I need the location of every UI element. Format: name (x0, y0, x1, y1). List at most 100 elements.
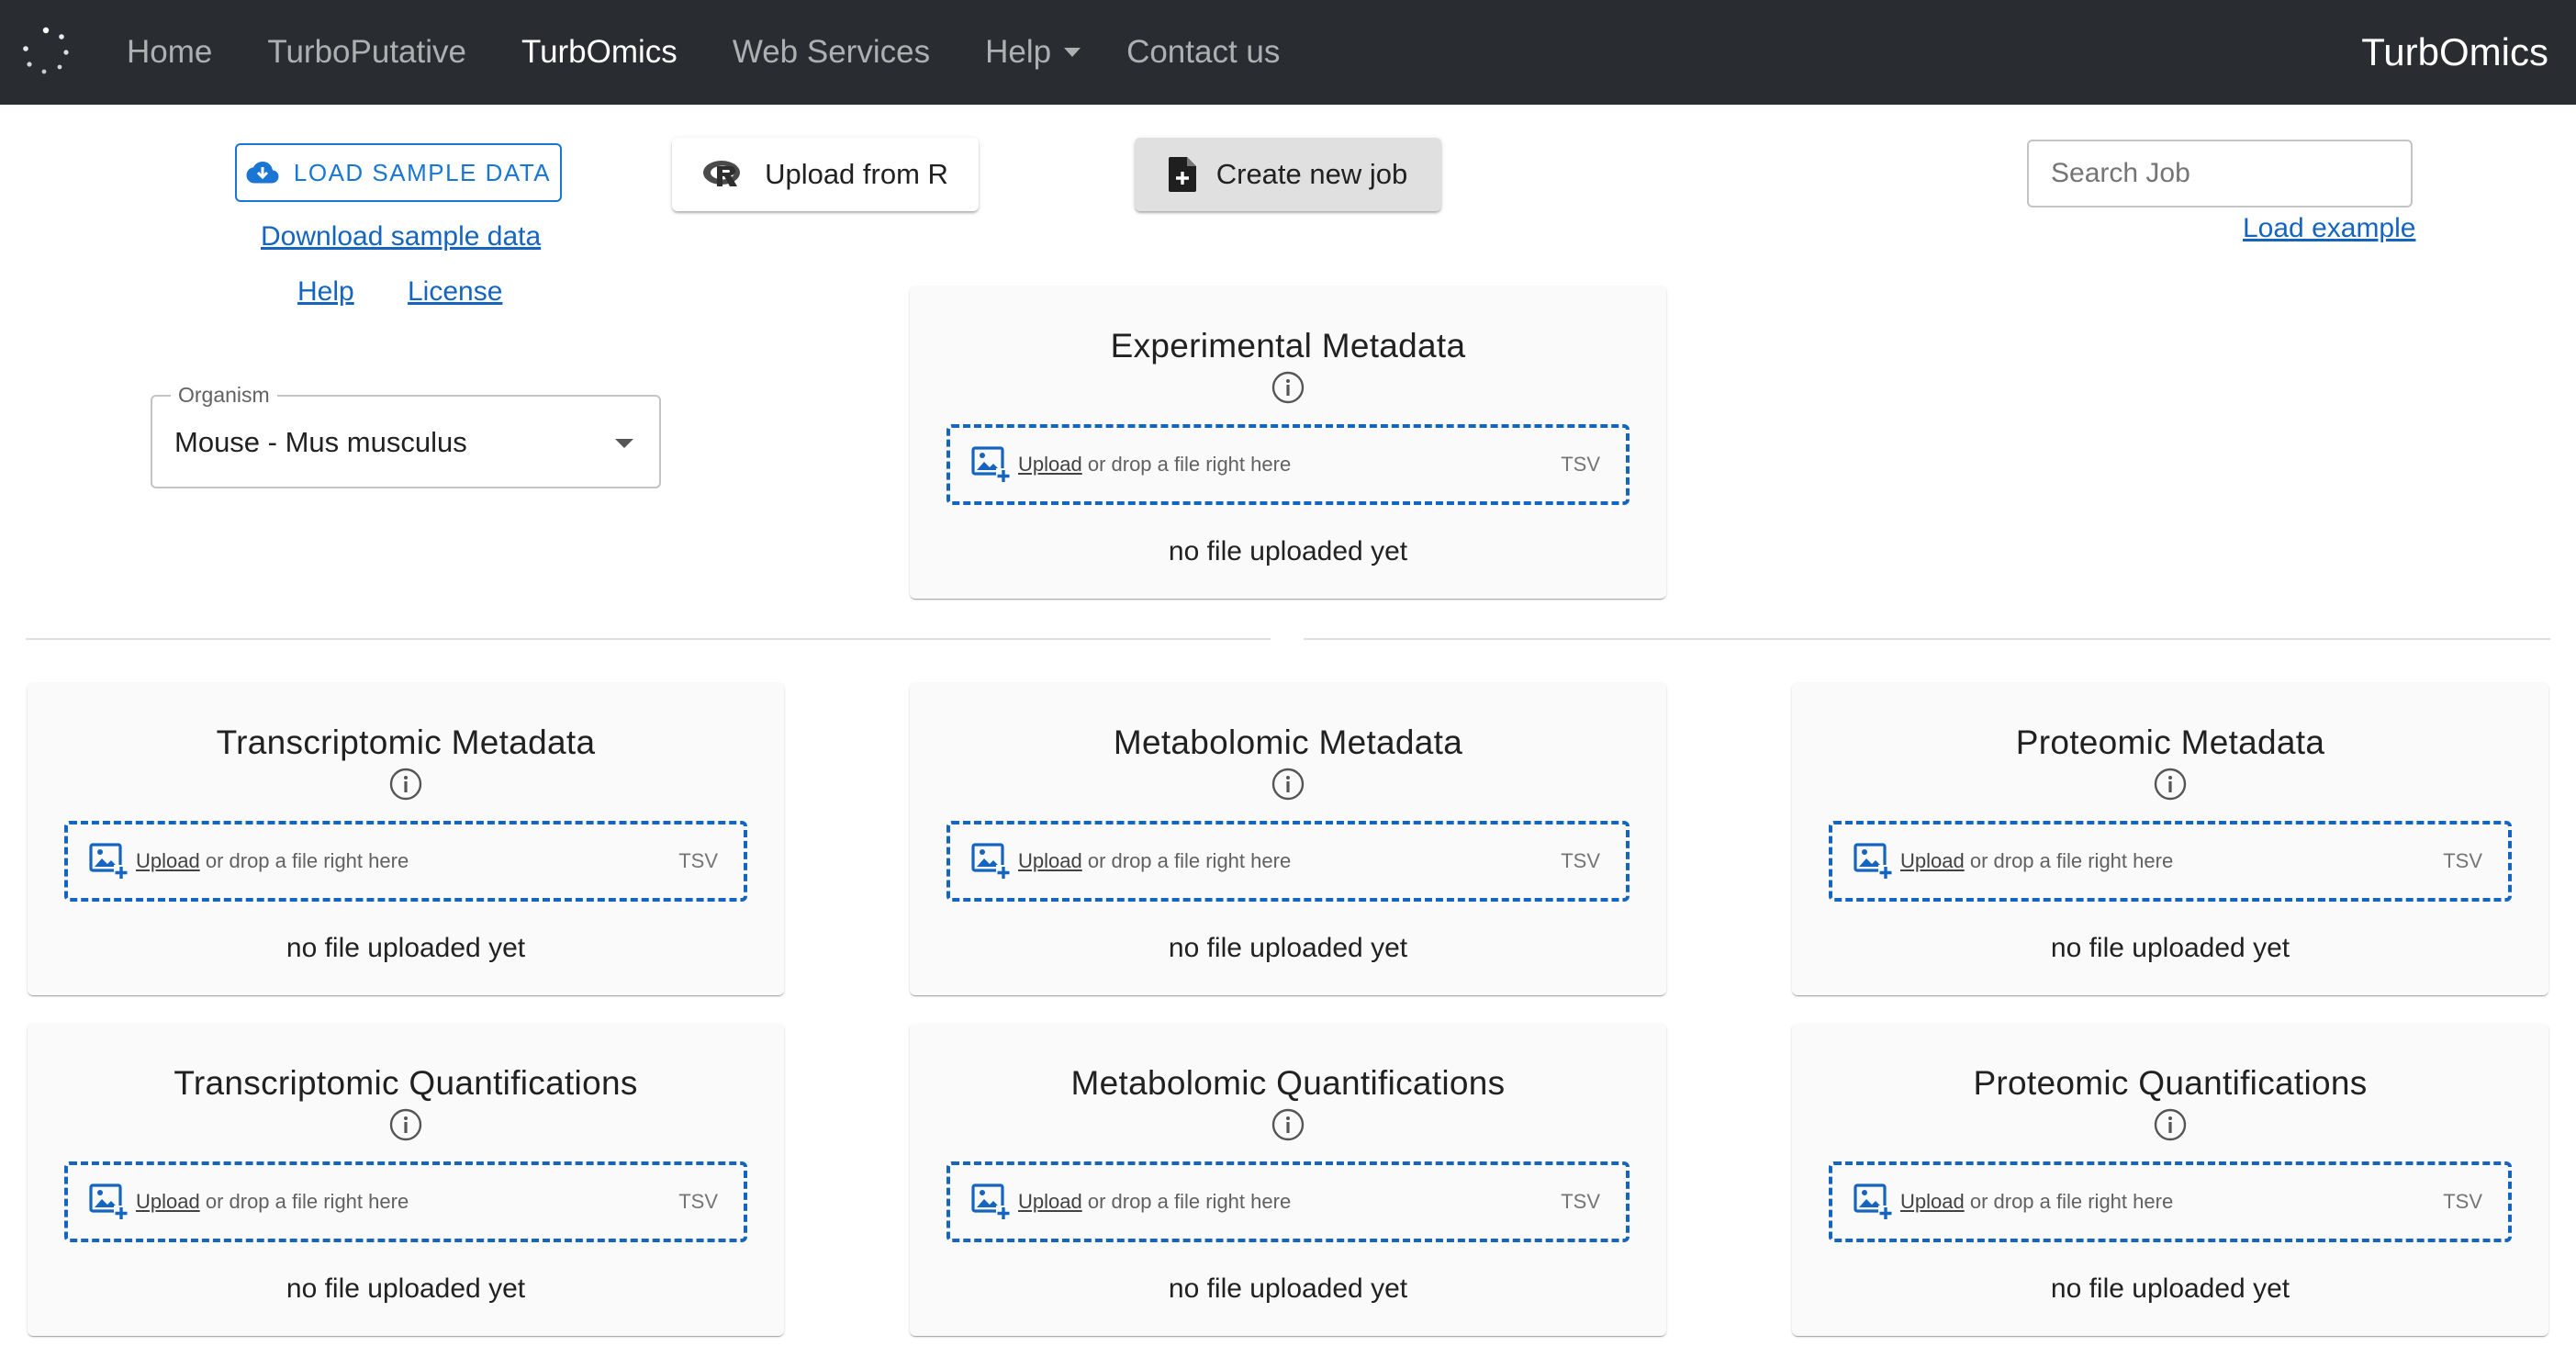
upload-card-transcriptomic-quantifications: Transcriptomic Quantifications Upload or… (28, 1024, 784, 1336)
dropzone-hint: or drop a file right here (1081, 1190, 1292, 1213)
brand-title[interactable]: TurbOmics (2361, 0, 2548, 105)
nav-web-services[interactable]: Web Services (733, 34, 930, 71)
upload-link[interactable]: Upload (136, 1190, 200, 1213)
file-type-label: TSV (2443, 849, 2482, 872)
add-image-icon (1854, 1183, 1893, 1220)
file-type-label: TSV (678, 1190, 718, 1213)
dropzone-hint: or drop a file right here (1964, 1190, 2174, 1213)
upload-card-metabolomic-quantifications: Metabolomic Quantifications Upload or dr… (910, 1024, 1666, 1336)
r-logo-icon (703, 161, 741, 186)
dropzone-text: Upload or drop a file right here (1900, 1190, 2443, 1214)
card-title: Metabolomic Quantifications (1070, 1064, 1506, 1102)
dropzone-text: Upload or drop a file right here (1018, 849, 1561, 873)
upload-status: no file uploaded yet (1168, 1273, 1408, 1304)
nav-turboputative[interactable]: TurboPutative (267, 34, 466, 71)
load-sample-data-label: LOAD SAMPLE DATA (293, 158, 552, 186)
upload-status: no file uploaded yet (286, 1273, 526, 1304)
organism-value: Mouse - Mus musculus (174, 426, 467, 458)
upload-status: no file uploaded yet (1168, 536, 1408, 566)
upload-card-experimental-metadata: Experimental Metadata Upload or drop a f… (910, 286, 1666, 599)
spinner-logo-icon[interactable] (20, 25, 72, 76)
file-type-label: TSV (1561, 1190, 1600, 1213)
card-title: Metabolomic Metadata (1113, 723, 1463, 761)
upload-status: no file uploaded yet (1168, 933, 1408, 963)
search-job-input[interactable] (2049, 157, 2407, 190)
organism-label: Organism (171, 383, 277, 408)
upload-card-proteomic-metadata: Proteomic Metadata Upload or drop a file… (1792, 683, 2548, 995)
card-title: Proteomic Metadata (2015, 723, 2325, 761)
divider-right (1304, 638, 2550, 640)
card-title: Transcriptomic Metadata (216, 723, 596, 761)
card-title: Transcriptomic Quantifications (174, 1064, 638, 1102)
top-navbar: Home TurboPutative TurbOmics Web Service… (0, 0, 2576, 105)
file-dropzone[interactable]: Upload or drop a file right here TSV (1829, 1161, 2512, 1242)
dropzone-hint: or drop a file right here (1081, 849, 1292, 872)
info-icon[interactable] (1271, 371, 1305, 404)
dropzone-hint: or drop a file right here (199, 849, 409, 872)
upload-status: no file uploaded yet (286, 933, 526, 963)
add-image-icon (971, 1183, 1011, 1220)
file-dropzone[interactable]: Upload or drop a file right here TSV (946, 1161, 1630, 1242)
search-job-field[interactable] (2027, 140, 2413, 208)
dropzone-text: Upload or drop a file right here (1018, 1190, 1561, 1214)
upload-link[interactable]: Upload (1018, 453, 1082, 476)
upload-card-transcriptomic-metadata: Transcriptomic Metadata Upload or drop a… (28, 683, 784, 995)
nav-home[interactable]: Home (127, 34, 212, 71)
upload-card-metabolomic-metadata: Metabolomic Metadata Upload or drop a fi… (910, 683, 1666, 995)
upload-status: no file uploaded yet (2050, 933, 2290, 963)
add-image-icon (971, 843, 1011, 880)
card-title: Proteomic Quantifications (1973, 1064, 2368, 1102)
file-dropzone[interactable]: Upload or drop a file right here TSV (946, 424, 1630, 505)
info-icon[interactable] (1271, 768, 1305, 801)
dropzone-hint: or drop a file right here (1964, 849, 2174, 872)
upload-from-r-button[interactable]: Upload from R (672, 138, 979, 211)
upload-link[interactable]: Upload (1900, 849, 1965, 872)
add-image-icon (971, 446, 1011, 483)
upload-link[interactable]: Upload (1018, 1190, 1082, 1213)
cloud-download-icon (246, 162, 279, 184)
dropzone-text: Upload or drop a file right here (1900, 849, 2443, 873)
add-image-icon (1854, 843, 1893, 880)
nav-turbomics[interactable]: TurbOmics (521, 34, 678, 71)
download-sample-data-link[interactable]: Download sample data (261, 221, 541, 252)
add-image-icon (89, 1183, 129, 1220)
info-icon[interactable] (389, 1108, 422, 1141)
license-link[interactable]: License (408, 276, 502, 308)
divider-left (26, 638, 1271, 640)
load-sample-data-button[interactable]: LOAD SAMPLE DATA (235, 143, 562, 202)
file-dropzone[interactable]: Upload or drop a file right here TSV (946, 821, 1630, 902)
info-icon[interactable] (2154, 768, 2187, 801)
dropzone-text: Upload or drop a file right here (1018, 453, 1561, 477)
upload-card-proteomic-quantifications: Proteomic Quantifications Upload or drop… (1792, 1024, 2548, 1336)
nav-contact[interactable]: Contact us (1126, 34, 1280, 71)
file-dropzone[interactable]: Upload or drop a file right here TSV (64, 1161, 747, 1242)
dropzone-hint: or drop a file right here (1081, 453, 1292, 476)
file-type-label: TSV (678, 849, 718, 872)
upload-link[interactable]: Upload (136, 849, 200, 872)
help-link[interactable]: Help (297, 276, 354, 308)
organism-select[interactable]: Organism Mouse - Mus musculus (151, 383, 661, 488)
file-type-label: TSV (1561, 849, 1600, 872)
info-icon[interactable] (1271, 1108, 1305, 1141)
file-type-label: TSV (2443, 1190, 2482, 1213)
file-dropzone[interactable]: Upload or drop a file right here TSV (64, 821, 747, 902)
chevron-down-icon[interactable] (1064, 48, 1081, 57)
dropzone-hint: or drop a file right here (199, 1190, 409, 1213)
dropdown-arrow-icon[interactable] (615, 439, 633, 448)
add-image-icon (89, 843, 129, 880)
new-file-icon (1168, 157, 1196, 192)
upload-link[interactable]: Upload (1900, 1190, 1965, 1213)
file-type-label: TSV (1561, 453, 1600, 476)
upload-link[interactable]: Upload (1018, 849, 1082, 872)
info-icon[interactable] (2154, 1108, 2187, 1141)
card-title: Experimental Metadata (1110, 327, 1466, 365)
load-example-link[interactable]: Load example (2243, 213, 2415, 244)
create-new-job-label: Create new job (1215, 158, 1408, 190)
dropzone-text: Upload or drop a file right here (136, 1190, 678, 1214)
create-new-job-button[interactable]: Create new job (1135, 138, 1441, 211)
upload-from-r-label: Upload from R (765, 158, 948, 190)
file-dropzone[interactable]: Upload or drop a file right here TSV (1829, 821, 2512, 902)
dropzone-text: Upload or drop a file right here (136, 849, 678, 873)
nav-help-dropdown[interactable]: Help (985, 34, 1051, 71)
info-icon[interactable] (389, 768, 422, 801)
